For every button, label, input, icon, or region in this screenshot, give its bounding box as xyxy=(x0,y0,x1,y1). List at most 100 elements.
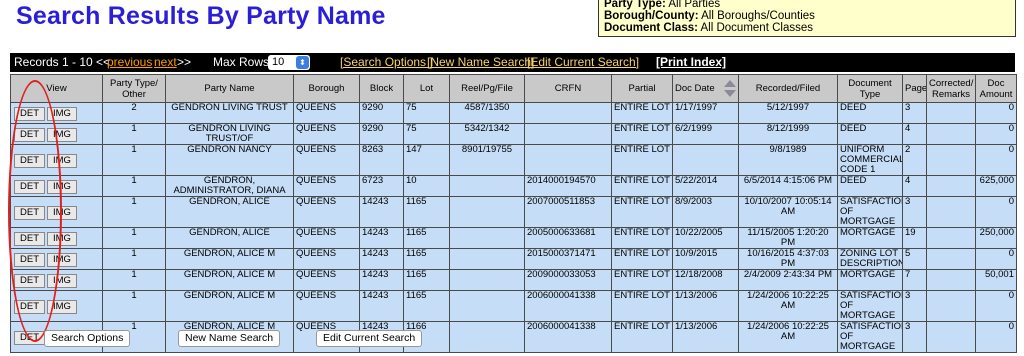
cell-crfn: 2006000041338 xyxy=(524,321,612,353)
cell-remarks xyxy=(926,123,976,145)
cell-doc-date: 1/13/2006 xyxy=(672,290,739,322)
print-index-link[interactable]: [Print Index] xyxy=(656,55,726,69)
cell-lot: 75 xyxy=(403,102,450,124)
cell-block: 14243 xyxy=(359,196,404,228)
new-name-search-button[interactable]: New Name Search xyxy=(178,330,281,347)
cell-pages: 3 xyxy=(902,290,927,322)
cell-recorded: 1/24/2006 10:22:25 AM xyxy=(738,321,838,353)
column-header[interactable]: Doc Date xyxy=(672,74,739,103)
cell-amount: 250,000 xyxy=(975,227,1017,249)
column-header: CRFN xyxy=(524,74,612,103)
cell-doc-type: DEED xyxy=(837,175,903,197)
cell-lot: 1165 xyxy=(403,196,450,228)
cell-party-type: 2 xyxy=(102,102,166,124)
cell-crfn xyxy=(524,144,612,176)
cell-reel xyxy=(449,227,525,249)
cell-party-name: GENDRON NANCY xyxy=(165,144,294,176)
cell-borough: QUEENS xyxy=(293,248,360,270)
column-header: Pages xyxy=(902,74,927,103)
cell-doc-date: 10/22/2005 xyxy=(672,227,739,249)
max-rows-value: 10 xyxy=(272,56,285,68)
cell-crfn xyxy=(524,123,612,145)
cell-partial: ENTIRE LOT xyxy=(611,321,673,353)
cell-remarks xyxy=(926,144,976,176)
column-header: Document Type xyxy=(837,74,903,103)
cell-borough: QUEENS xyxy=(293,123,360,145)
cell-party-name: GENDRON, ALICE M xyxy=(165,269,294,291)
table-row: DET IMG 2 GENDRON LIVING TRUST QUEENS 9290 75 4… xyxy=(10,102,1017,124)
search-options-button[interactable]: Search Options xyxy=(44,330,131,347)
cell-party-type: 1 xyxy=(102,227,166,249)
column-header: Lot xyxy=(403,74,450,103)
cell-party-type: 1 xyxy=(102,175,166,197)
cell-block: 9290 xyxy=(359,102,404,124)
page-title: Search Results By Party Name xyxy=(16,2,386,30)
edit-current-search-link[interactable]: [Edit Current Search] xyxy=(527,55,639,69)
cell-amount: 50,001 xyxy=(975,269,1017,291)
cell-party-name: GENDRON LIVING TRUST/OF xyxy=(165,123,294,145)
cell-borough: QUEENS xyxy=(293,227,360,249)
cell-lot: 1165 xyxy=(403,290,450,322)
cell-pages: 19 xyxy=(902,227,927,249)
cell-reel: 8901/19755 xyxy=(449,144,525,176)
cell-partial: ENTIRE LOT xyxy=(611,175,673,197)
cell-remarks xyxy=(926,321,976,353)
cell-borough: QUEENS xyxy=(293,102,360,124)
cell-pages: 5 xyxy=(902,248,927,270)
cell-block: 6723 xyxy=(359,175,404,197)
cell-borough: QUEENS xyxy=(293,144,360,176)
cell-party-type: 1 xyxy=(102,144,166,176)
cell-block: 14243 xyxy=(359,290,404,322)
next-link[interactable]: next xyxy=(154,55,177,69)
cell-partial: ENTIRE LOT xyxy=(611,248,673,270)
table-row: DET IMG 1 GENDRON, ALICE M QUEENS 14243 1165 20… xyxy=(10,290,1017,322)
edit-current-search-button[interactable]: Edit Current Search xyxy=(316,330,423,347)
cell-party-name: GENDRON, ALICE xyxy=(165,196,294,228)
cell-amount: 0 xyxy=(975,290,1017,322)
cell-recorded: 6/5/2014 4:15:06 PM xyxy=(738,175,838,197)
cell-remarks xyxy=(926,175,976,197)
cell-recorded: 10/10/2007 10:05:14 AM xyxy=(738,196,838,228)
party-type-line: Party Type: All Parties xyxy=(604,0,721,10)
max-rows-select[interactable]: 10 ⬍ xyxy=(268,55,310,70)
table-row: DET IMG 1 GENDRON, ALICE QUEENS 14243 1165 2005… xyxy=(10,227,1017,249)
table-row: DET IMG 1 GENDRON NANCY QUEENS 8263 147 8901/19… xyxy=(10,144,1017,176)
column-header: Partial xyxy=(611,74,673,103)
new-name-search-link[interactable]: [New Name Search] xyxy=(427,55,534,69)
cell-recorded: 5/12/1997 xyxy=(738,102,838,124)
cell-doc-type: DEED xyxy=(837,102,903,124)
cell-borough: QUEENS xyxy=(293,175,360,197)
cell-block: 9290 xyxy=(359,123,404,145)
cell-reel xyxy=(449,248,525,270)
cell-reel xyxy=(449,269,525,291)
search-options-link[interactable]: [Search Options ] xyxy=(340,55,433,69)
cell-amount: 0 xyxy=(975,123,1017,145)
cell-crfn: 2009000033053 xyxy=(524,269,612,291)
cell-block: 14243 xyxy=(359,227,404,249)
table-row: DET IMG 1 GENDRON, ADMINISTRATOR, DIANA QUEE… xyxy=(10,175,1017,197)
select-arrows-icon: ⬍ xyxy=(296,56,309,69)
cell-crfn: 2007000511853 xyxy=(524,196,612,228)
cell-remarks xyxy=(926,269,976,291)
cell-doc-date: 5/22/2014 xyxy=(672,175,739,197)
cell-doc-type: SATISFACTION OF MORTGAGE xyxy=(837,196,903,228)
cell-reel xyxy=(449,321,525,353)
cell-party-name: GENDRON, ALICE xyxy=(165,227,294,249)
cell-recorded: 2/4/2009 2:43:34 PM xyxy=(738,269,838,291)
cell-pages: 7 xyxy=(902,269,927,291)
cell-doc-type: DEED xyxy=(837,123,903,145)
column-header: Borough xyxy=(293,74,360,103)
cell-crfn: 2005000633681 xyxy=(524,227,612,249)
cell-crfn: 2014000194570 xyxy=(524,175,612,197)
cell-pages: 4 xyxy=(902,123,927,145)
cell-reel: 4587/1350 xyxy=(449,102,525,124)
column-header: Doc Amount xyxy=(975,74,1017,103)
cell-amount: 625,000 xyxy=(975,175,1017,197)
table-header-row: View Party Type/ Other Party Name Borough Bl… xyxy=(10,74,1017,103)
previous-link[interactable]: previous xyxy=(107,55,152,69)
cell-recorded: 10/16/2015 4:37:03 PM xyxy=(738,248,838,270)
cell-lot: 1165 xyxy=(403,248,450,270)
cell-lot: 147 xyxy=(403,144,450,176)
cell-recorded: 8/12/1999 xyxy=(738,123,838,145)
sort-arrows-icon[interactable] xyxy=(724,80,736,98)
